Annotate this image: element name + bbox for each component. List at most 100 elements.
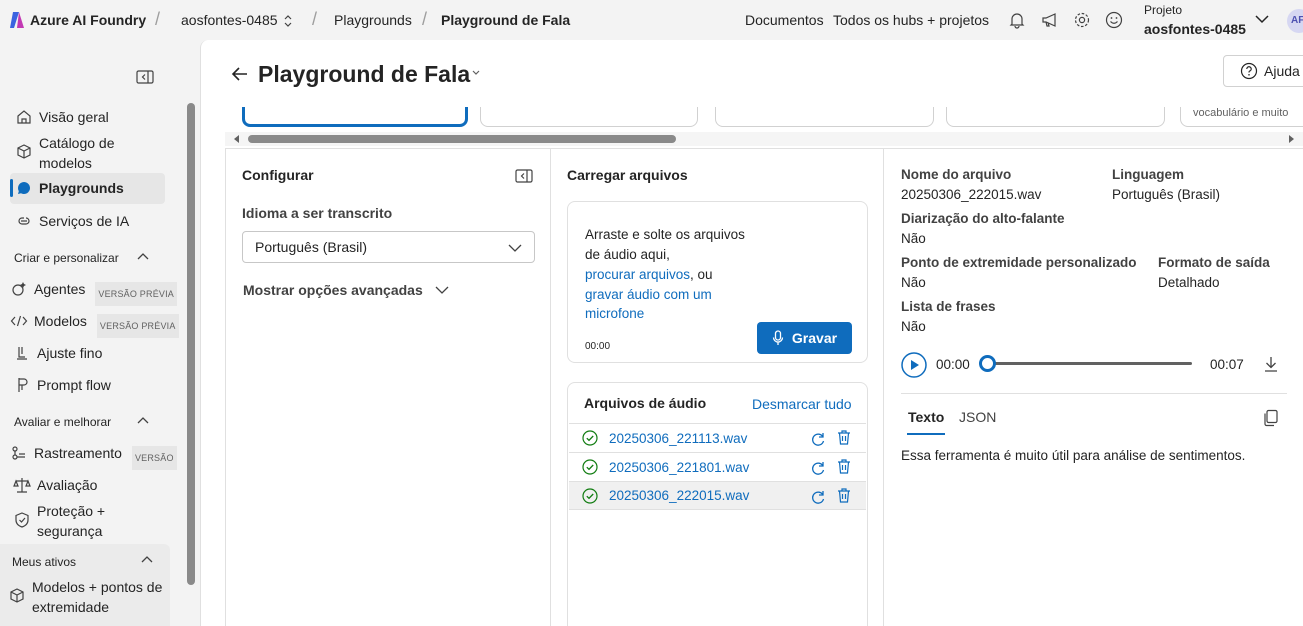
list-item-selected[interactable]: 20250306_222015.wav bbox=[569, 481, 866, 510]
record-button[interactable]: Gravar bbox=[757, 322, 852, 354]
nav-label-line: Modelos + pontos de bbox=[32, 579, 163, 595]
section-header-assets: Meus ativos bbox=[12, 555, 77, 569]
audio-dropzone[interactable]: Arraste e solte os arquivos de áudio aqu… bbox=[567, 201, 868, 363]
preview-badge: VERSÃO PRÉVIA bbox=[96, 314, 179, 338]
back-arrow-icon[interactable] bbox=[231, 66, 249, 82]
chevron-down-icon bbox=[435, 286, 449, 294]
chevron-up-down-icon[interactable] bbox=[283, 14, 293, 28]
nav-label: Playgrounds bbox=[39, 180, 124, 196]
nav-item-promptflow[interactable]: Prompt flow bbox=[10, 375, 170, 395]
chevron-up-icon[interactable] bbox=[136, 414, 150, 428]
nav-item-evaluation[interactable]: Avaliação bbox=[10, 475, 170, 495]
file-name[interactable]: 20250306_222015.wav bbox=[609, 488, 749, 503]
record-button-label: Gravar bbox=[791, 330, 838, 346]
megaphone-icon[interactable] bbox=[1040, 10, 1060, 30]
checkmark-circle-icon[interactable] bbox=[582, 459, 598, 475]
breadcrumb-playgrounds[interactable]: Playgrounds bbox=[334, 12, 412, 28]
nav-label: Prompt flow bbox=[37, 377, 111, 393]
details-panel: Nome do arquivo 20250306_222015.wav Ling… bbox=[884, 148, 1303, 626]
nav-item-tracing[interactable]: Rastreamento VERSÃO bbox=[10, 443, 185, 470]
list-item[interactable]: 20250306_221801.wav bbox=[569, 452, 866, 481]
scroll-right-icon[interactable] bbox=[1287, 135, 1295, 143]
configure-title: Configurar bbox=[242, 167, 314, 183]
checkmark-circle-icon[interactable] bbox=[582, 430, 598, 446]
phrase-list-value: Não bbox=[901, 319, 926, 334]
chevron-down-icon[interactable] bbox=[471, 69, 481, 77]
delete-icon[interactable] bbox=[836, 429, 852, 446]
preview-badge: VERSÃO PRÉVIA bbox=[95, 282, 177, 306]
language-select[interactable]: Português (Brasil) bbox=[242, 231, 535, 263]
nav-item-endpoints[interactable]: Modelos + pontos de extremidade bbox=[8, 577, 168, 617]
nav-item-safety[interactable]: Proteção + segurança bbox=[10, 501, 170, 541]
dropzone-text: de áudio aqui, bbox=[585, 247, 670, 262]
scroll-left-icon[interactable] bbox=[233, 135, 241, 143]
record-audio-link[interactable]: microfone bbox=[585, 304, 644, 324]
docs-link[interactable]: Documentos bbox=[745, 12, 824, 28]
nav-label: Modelos bbox=[34, 313, 87, 329]
nav-item-ai-services[interactable]: Serviços de IA bbox=[10, 211, 170, 231]
checkmark-circle-icon[interactable] bbox=[582, 488, 598, 504]
tab-json[interactable]: JSON bbox=[959, 409, 996, 425]
code-icon bbox=[10, 315, 28, 327]
delete-icon[interactable] bbox=[836, 458, 852, 475]
nav-label: Serviços de IA bbox=[39, 213, 130, 229]
language-label: Linguagem bbox=[1112, 167, 1185, 182]
scenario-tile-selected[interactable] bbox=[242, 107, 468, 127]
nav-item-models[interactable]: Modelos VERSÃO PRÉVIA bbox=[10, 311, 185, 338]
avatar[interactable]: AF bbox=[1287, 9, 1303, 33]
collapse-panel-icon[interactable] bbox=[515, 168, 533, 184]
microphone-icon bbox=[772, 330, 784, 345]
bell-icon[interactable] bbox=[1007, 10, 1027, 30]
file-name[interactable]: 20250306_221801.wav bbox=[609, 460, 749, 475]
all-hubs-link[interactable]: Todos os hubs + projetos bbox=[833, 12, 989, 28]
file-name[interactable]: 20250306_221113.wav bbox=[609, 431, 747, 446]
playback-thumb[interactable] bbox=[979, 355, 996, 372]
project-name[interactable]: aosfontes-0485 bbox=[1144, 21, 1246, 37]
redo-icon[interactable] bbox=[811, 488, 827, 504]
play-icon[interactable] bbox=[901, 352, 927, 378]
azure-ai-foundry-logo bbox=[10, 12, 24, 28]
top-bar: Azure AI Foundry / aosfontes-0485 / Play… bbox=[0, 0, 1303, 40]
breadcrumb-current[interactable]: Playground de Fala bbox=[441, 12, 570, 28]
scenario-tile[interactable] bbox=[480, 107, 698, 127]
download-icon[interactable] bbox=[1263, 355, 1279, 373]
tab-text[interactable]: Texto bbox=[908, 409, 944, 425]
record-timer: 00:00 bbox=[585, 341, 611, 352]
nav-item-agents[interactable]: Agentes VERSÃO PRÉVIA bbox=[10, 279, 185, 306]
chevron-up-icon[interactable] bbox=[140, 553, 154, 567]
chat-bubble-icon bbox=[17, 182, 30, 195]
nav-label: Proteção + segurança bbox=[37, 501, 105, 541]
smiley-feedback-icon[interactable] bbox=[1104, 10, 1124, 30]
tab-text-label: Texto bbox=[908, 409, 945, 425]
link-icon bbox=[18, 217, 30, 225]
redo-icon[interactable] bbox=[811, 459, 827, 475]
help-button[interactable]: Ajuda bbox=[1223, 55, 1303, 87]
nav-scrollbar[interactable] bbox=[187, 103, 195, 585]
delete-icon[interactable] bbox=[836, 487, 852, 504]
deselect-all-link[interactable]: Desmarcar tudo bbox=[752, 396, 852, 412]
carousel-scrollbar-thumb[interactable] bbox=[248, 135, 676, 143]
playback-track[interactable] bbox=[988, 362, 1192, 365]
nav-item-finetune[interactable]: Ajuste fino bbox=[10, 343, 170, 363]
chevron-up-icon[interactable] bbox=[136, 250, 150, 264]
nav-item-overview[interactable]: Visão geral bbox=[10, 107, 170, 127]
chevron-down-icon[interactable] bbox=[1254, 13, 1270, 25]
collapse-panel-icon[interactable] bbox=[136, 69, 154, 85]
nav-item-model-catalog[interactable]: Catálogo de modelos bbox=[10, 133, 170, 173]
breadcrumb-workspace[interactable]: aosfontes-0485 bbox=[181, 12, 278, 28]
brand-name[interactable]: Azure AI Foundry bbox=[30, 12, 146, 28]
list-item[interactable]: 20250306_221113.wav bbox=[569, 423, 866, 452]
nav-label-line: extremidade bbox=[32, 599, 110, 615]
gear-icon[interactable] bbox=[1072, 10, 1092, 30]
scenario-tile[interactable] bbox=[946, 107, 1165, 127]
redo-icon[interactable] bbox=[811, 430, 827, 446]
nav-item-playgrounds[interactable]: Playgrounds bbox=[10, 173, 165, 204]
left-navigation: Visão geral Catálogo de modelos Playgroun… bbox=[0, 40, 200, 626]
copy-icon[interactable] bbox=[1263, 409, 1279, 427]
nav-label: Visão geral bbox=[39, 109, 109, 125]
browse-files-link[interactable]: procurar arquivos bbox=[585, 267, 690, 282]
scenario-tile[interactable] bbox=[715, 107, 934, 127]
advanced-options-toggle[interactable]: Mostrar opções avançadas bbox=[243, 282, 449, 298]
endpoint-value: Não bbox=[901, 275, 926, 290]
record-audio-link[interactable]: gravar áudio com um bbox=[585, 285, 712, 305]
